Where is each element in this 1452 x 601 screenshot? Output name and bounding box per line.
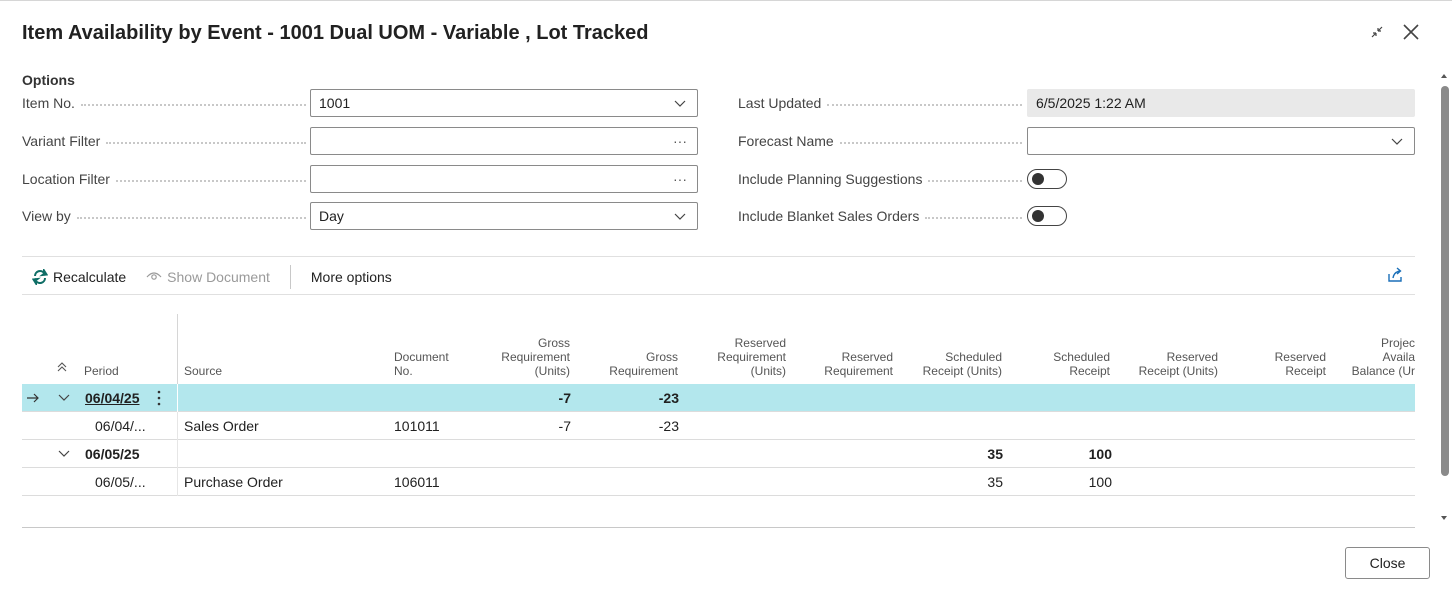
table-row[interactable]: 06/04/25 -7 -23 xyxy=(22,384,1415,412)
top-border xyxy=(0,0,1452,1)
col-scheduled-receipt-units[interactable]: Scheduled Receipt (Units) xyxy=(902,350,1002,378)
page-title: Item Availability by Event - 1001 Dual U… xyxy=(22,22,649,44)
view-by-label: View by xyxy=(22,202,306,230)
scheduled-receipt-units-cell: 35 xyxy=(987,446,1003,462)
col-reserved-receipt-units[interactable]: Reserved Receipt (Units) xyxy=(1118,350,1218,378)
divider xyxy=(22,294,1415,295)
share-icon[interactable] xyxy=(1386,266,1406,286)
toggle-knob xyxy=(1032,173,1044,185)
document-no-cell: 101011 xyxy=(394,418,440,434)
scheduled-receipt-units-cell xyxy=(902,412,1003,440)
more-options-button[interactable]: More options xyxy=(311,269,392,285)
col-reserved-receipt[interactable]: Reserved Receipt xyxy=(1238,350,1326,378)
col-gross-requirement-units[interactable]: Gross Requirement (Units) xyxy=(482,336,570,378)
refresh-icon xyxy=(32,269,48,285)
chevron-down-icon[interactable] xyxy=(671,95,689,111)
col-projected-available-balance-units[interactable]: Projec Availa Balance (Ur xyxy=(1340,336,1415,378)
include-blanket-sales-orders-label: Include Blanket Sales Orders xyxy=(738,202,1022,230)
table-row[interactable]: 06/05/25 35 100 xyxy=(22,440,1415,468)
period-cell: 06/04/... xyxy=(95,418,146,434)
item-no-field[interactable]: 1001 xyxy=(310,89,698,117)
action-bar: Recalculate Show Document More options xyxy=(22,262,402,292)
period-cell: 06/05/... xyxy=(95,474,146,490)
gross-requirement-cell xyxy=(590,440,679,468)
show-document-label: Show Document xyxy=(167,269,270,285)
toolbar-separator xyxy=(289,265,291,289)
gross-requirement-units-cell: -7 xyxy=(558,390,571,406)
chevron-down-icon[interactable] xyxy=(58,440,70,468)
last-updated-field: 6/5/2025 1:22 AM xyxy=(1027,89,1415,117)
collapse-all-icon[interactable] xyxy=(56,361,68,376)
scheduled-receipt-cell xyxy=(1022,384,1112,412)
scheduled-receipt-cell: 100 xyxy=(1088,446,1112,462)
divider xyxy=(22,256,1415,257)
gross-requirement-units-cell: -7 xyxy=(558,418,571,434)
include-blanket-sales-orders-toggle[interactable] xyxy=(1027,206,1067,226)
gross-requirement-cell: -23 xyxy=(658,418,679,434)
location-filter-label: Location Filter xyxy=(22,165,306,193)
col-gross-requirement[interactable]: Gross Requirement xyxy=(590,350,678,378)
forecast-name-select[interactable] xyxy=(1027,127,1415,155)
scheduled-receipt-units-cell xyxy=(902,384,1003,412)
gross-requirement-cell xyxy=(590,468,679,496)
frozen-column-divider xyxy=(177,384,178,412)
frozen-column-divider xyxy=(177,314,178,384)
col-period[interactable]: Period xyxy=(84,364,119,378)
gross-requirement-cell: -23 xyxy=(658,390,679,406)
recalculate-button[interactable]: Recalculate xyxy=(32,269,126,285)
period-cell[interactable]: 06/05/25 xyxy=(85,440,140,468)
row-indicator-arrow-icon xyxy=(26,384,40,412)
chevron-down-icon[interactable] xyxy=(1388,133,1406,149)
table-row[interactable]: 06/04/... Sales Order 101011 -7 -23 xyxy=(22,412,1415,440)
scroll-down-arrow-icon[interactable] xyxy=(1440,514,1448,522)
source-cell: Purchase Order xyxy=(184,474,283,490)
include-planning-suggestions-toggle[interactable] xyxy=(1027,169,1067,189)
chevron-down-icon[interactable] xyxy=(671,208,689,224)
last-updated-label: Last Updated xyxy=(738,89,1022,117)
frozen-column-divider xyxy=(177,412,178,440)
chevron-down-icon[interactable] xyxy=(58,384,70,412)
item-no-label: Item No. xyxy=(22,89,306,117)
close-icon[interactable] xyxy=(1398,20,1424,46)
scheduled-receipt-cell xyxy=(1022,412,1112,440)
eye-icon xyxy=(146,271,162,283)
availability-grid: Period Source Document No. Gross Requireme… xyxy=(22,314,1415,528)
col-document-no[interactable]: Document No. xyxy=(394,350,449,378)
options-heading: Options xyxy=(22,72,75,88)
recalculate-label: Recalculate xyxy=(53,269,127,285)
col-reserved-requirement-units[interactable]: Reserved Requirement (Units) xyxy=(698,336,786,378)
show-document-button[interactable]: Show Document xyxy=(146,269,270,285)
forecast-name-label: Forecast Name xyxy=(738,127,1022,155)
col-reserved-requirement[interactable]: Reserved Requirement xyxy=(805,350,893,378)
ellipsis-icon[interactable]: ··· xyxy=(671,133,689,149)
grid-header: Period Source Document No. Gross Requireme… xyxy=(22,314,1415,384)
col-scheduled-receipt[interactable]: Scheduled Receipt xyxy=(1022,350,1110,378)
toggle-knob xyxy=(1032,210,1044,222)
collapse-icon[interactable] xyxy=(1364,20,1390,46)
vertical-scrollbar-thumb[interactable] xyxy=(1441,86,1449,476)
variant-filter-label: Variant Filter xyxy=(22,127,306,155)
period-link[interactable]: 06/04/25 xyxy=(85,384,140,412)
view-by-select[interactable]: Day xyxy=(310,202,698,230)
variant-filter-field[interactable]: ··· xyxy=(310,127,698,155)
gross-requirement-units-cell xyxy=(482,468,571,496)
document-no-cell: 106011 xyxy=(394,474,440,490)
table-row[interactable]: 06/05/... Purchase Order 106011 35 100 xyxy=(22,468,1415,496)
frozen-column-divider xyxy=(177,468,178,496)
source-cell: Sales Order xyxy=(184,418,259,434)
scroll-up-arrow-icon[interactable] xyxy=(1440,72,1448,80)
include-planning-suggestions-label: Include Planning Suggestions xyxy=(738,165,1022,193)
frozen-column-divider xyxy=(177,440,178,468)
close-button[interactable]: Close xyxy=(1345,547,1430,579)
col-source[interactable]: Source xyxy=(184,364,222,378)
scheduled-receipt-units-cell: 35 xyxy=(987,474,1003,490)
gross-requirement-units-cell xyxy=(482,440,571,468)
grid-bottom-border xyxy=(22,527,1415,528)
scheduled-receipt-cell: 100 xyxy=(1088,474,1112,490)
ellipsis-icon[interactable]: ··· xyxy=(671,171,689,187)
row-menu-icon[interactable] xyxy=(156,384,162,412)
location-filter-field[interactable]: ··· xyxy=(310,165,698,193)
